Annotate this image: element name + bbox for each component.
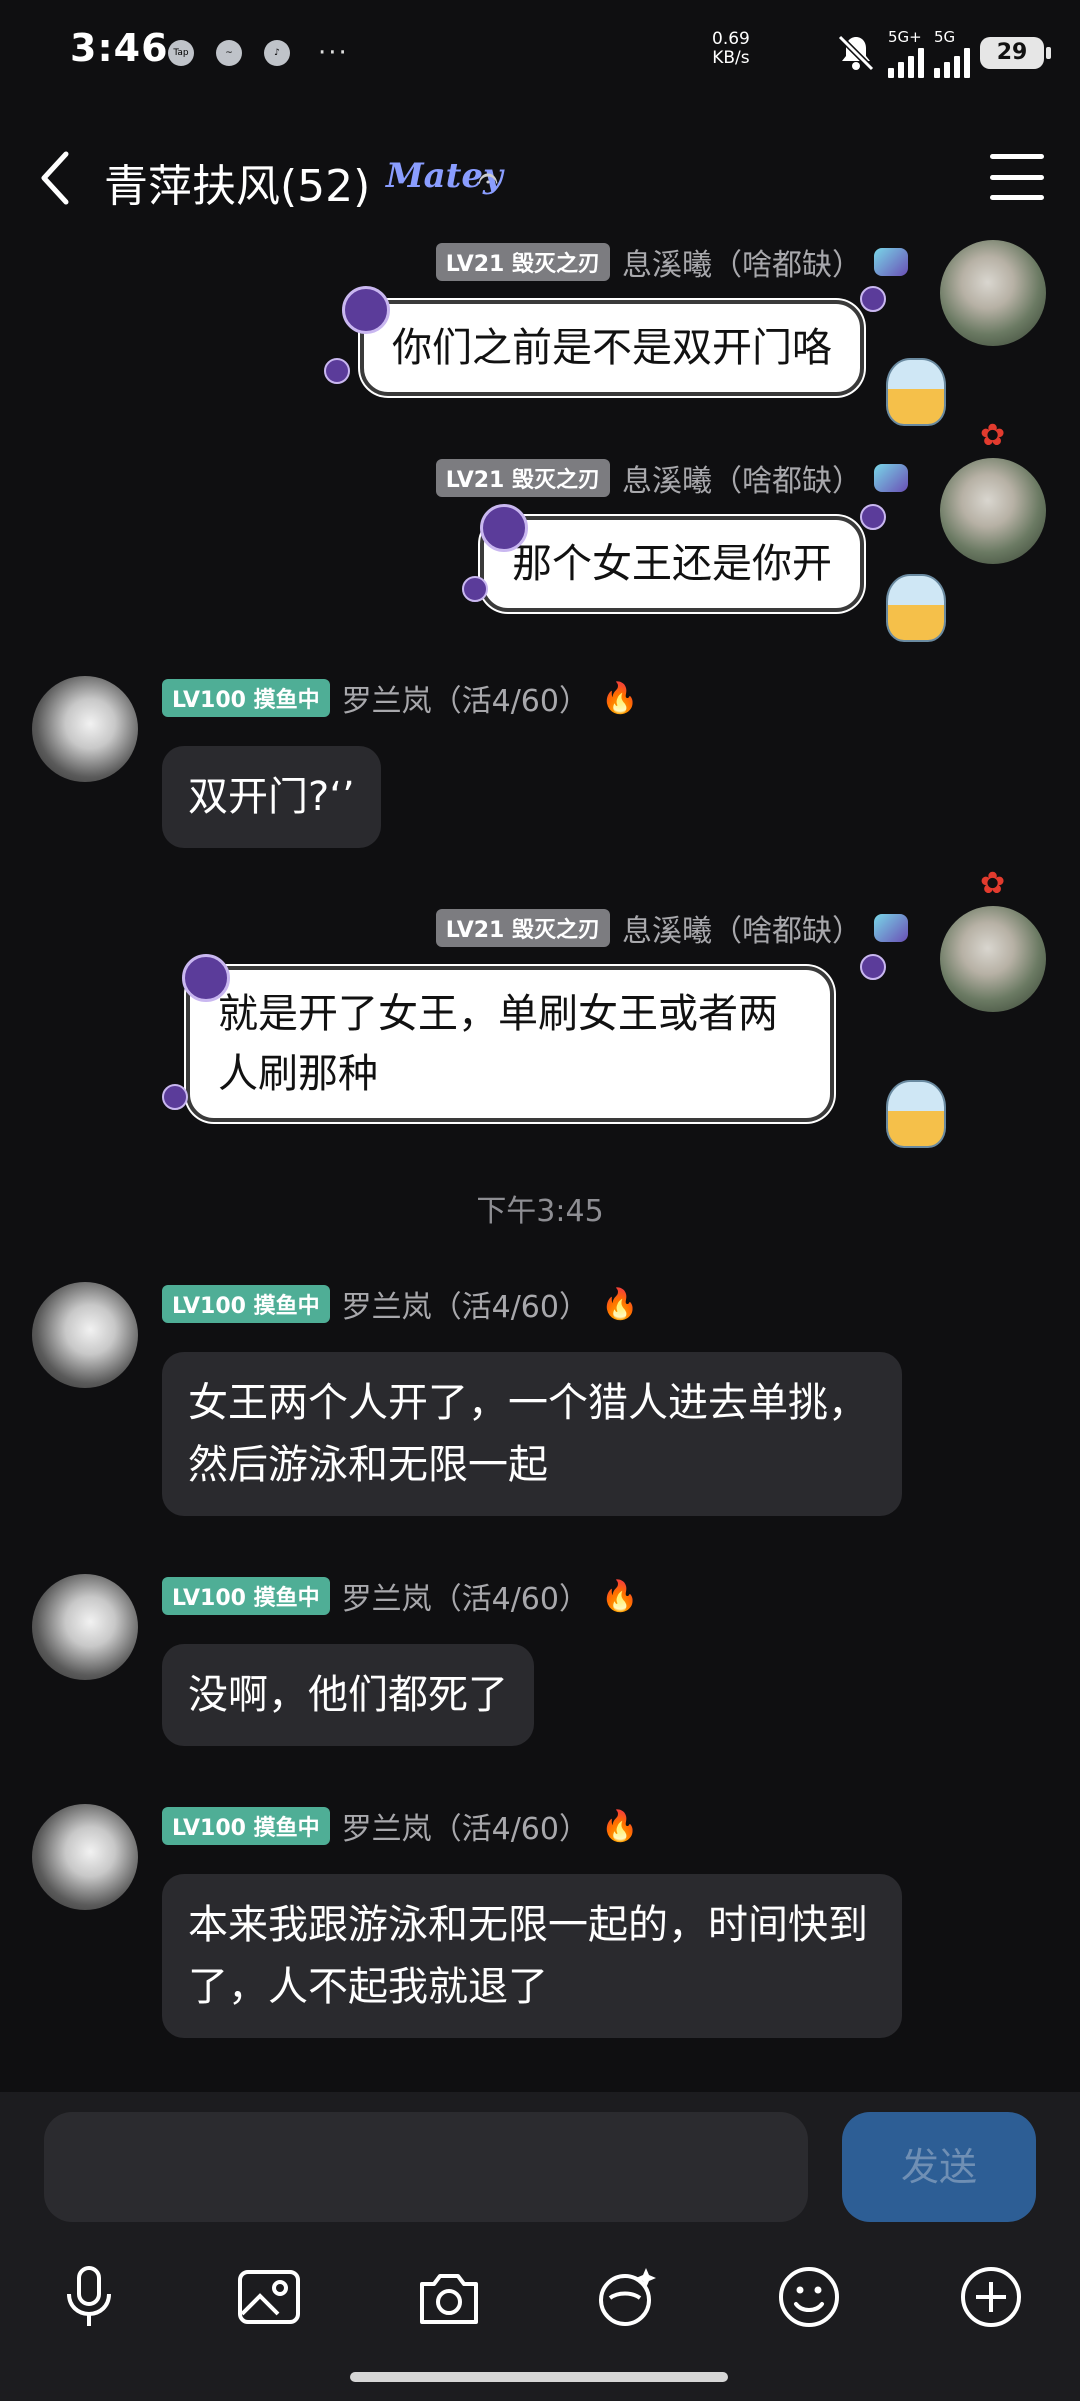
sender-row: LV21 毁灭之刃 息溪曦（啥都缺） [435,906,908,950]
menu-icon[interactable] [990,154,1044,200]
battery-icon: 29 [980,37,1051,69]
decoration-icon [874,248,908,276]
level-badge: LV21 毁灭之刃 [435,243,610,281]
chat-header: 青萍扶风(52) Matey 𝄐 [0,130,1080,230]
flower-icon: ✿ [980,866,1006,901]
app-notification-icon: ~ [216,40,242,66]
nurse-decoration-icon [886,574,946,642]
plus-icon[interactable] [956,2262,1026,2332]
sender-name: 息溪曦（啥都缺） [622,464,862,499]
status-right: 5G+ 5G 29 [834,28,1051,78]
virus-decoration-icon [342,286,390,334]
sender-name: 罗兰岚（活4/60） [341,684,589,719]
network-speed: 0.69 KB/s [712,29,750,68]
message-timestamp: 下午3:45 [476,1194,604,1229]
sender-name: 罗兰岚（活4/60） [341,1582,589,1617]
ear-icon[interactable]: 𝄐 [478,158,498,200]
virus-decoration-icon [480,504,528,552]
sender-row: LV100 摸鱼中 罗兰岚（活4/60） 🔥 [162,1282,638,1326]
decoration-icon [874,464,908,492]
avatar[interactable] [32,676,138,782]
home-indicator[interactable] [350,2372,728,2382]
level-badge: LV100 摸鱼中 [162,1577,330,1615]
nurse-decoration-icon [886,1080,946,1148]
status-time: 3:46 [70,26,169,70]
fire-icon: 🔥 [600,680,639,716]
app-notification-icon: Tap [168,40,194,66]
status-bar: 3:46 Tap ~ ♪ ··· 0.69 KB/s 5G+ 5G 29 [0,0,1080,100]
avatar[interactable] [32,1804,138,1910]
more-notifications-icon: ··· [318,38,349,68]
fire-icon: 🔥 [600,1578,639,1614]
image-icon[interactable] [234,2262,304,2332]
level-badge: LV100 摸鱼中 [162,1285,330,1323]
virus-decoration-icon [860,504,886,530]
fire-icon: 🔥 [600,1808,639,1844]
virus-decoration-icon [182,954,230,1002]
sender-name: 罗兰岚（活4/60） [341,1812,589,1847]
sender-row: LV21 毁灭之刃 息溪曦（啥都缺） [435,456,908,500]
message-bubble[interactable]: 那个女王还是你开 [480,516,864,612]
flower-icon: ✿ [980,418,1006,453]
virus-decoration-icon [162,1084,188,1110]
sender-name: 罗兰岚（活4/60） [341,1290,589,1325]
sender-row: LV21 毁灭之刃 息溪曦（啥都缺） [435,240,908,284]
avatar[interactable] [940,906,1046,1012]
message-bubble[interactable]: 就是开了女王，单刷女王或者两人刷那种 [186,966,834,1122]
message-input[interactable] [44,2112,808,2222]
sticker-icon[interactable] [592,2262,662,2332]
virus-decoration-icon [860,286,886,312]
signal-sim1: 5G+ [888,28,924,78]
tiktok-icon: ♪ [264,40,290,66]
sender-row: LV100 摸鱼中 罗兰岚（活4/60） 🔥 [162,1574,638,1618]
microphone-icon[interactable] [54,2262,124,2332]
mute-icon [837,34,875,72]
level-badge: LV100 摸鱼中 [162,1807,330,1845]
virus-decoration-icon [324,358,350,384]
message-bubble[interactable]: 双开门?‘’ [162,746,381,848]
nurse-decoration-icon [886,358,946,426]
level-badge: LV100 摸鱼中 [162,679,330,717]
message-bubble[interactable]: 没啊，他们都死了 [162,1644,534,1746]
sender-row: LV100 摸鱼中 罗兰岚（活4/60） 🔥 [162,1804,638,1848]
message-bubble[interactable]: 女王两个人开了，一个猎人进去单挑，然后游泳和无限一起 [162,1352,902,1516]
level-badge: LV21 毁灭之刃 [435,459,610,497]
back-arrow-icon[interactable] [36,148,76,208]
send-button[interactable]: 发送 [842,2112,1036,2222]
avatar[interactable] [940,458,1046,564]
input-toolbar [0,2262,1080,2362]
decoration-icon [874,914,908,942]
avatar[interactable] [32,1574,138,1680]
camera-icon[interactable] [414,2262,484,2332]
level-badge: LV21 毁灭之刃 [435,909,610,947]
sender-row: LV100 摸鱼中 罗兰岚（活4/60） 🔥 [162,676,638,720]
signal-sim2: 5G [934,28,970,78]
sender-name: 息溪曦（啥都缺） [622,914,862,949]
virus-decoration-icon [462,576,488,602]
fire-icon: 🔥 [600,1286,639,1322]
message-bubble[interactable]: 你们之前是不是双开门咯 [360,300,864,396]
avatar[interactable] [32,1282,138,1388]
chat-title: 青萍扶风(52) [104,161,371,212]
message-bubble[interactable]: 本来我跟游泳和无限一起的，时间快到了，人不起我就退了 [162,1874,902,2038]
avatar[interactable] [940,240,1046,346]
notification-icons: Tap ~ ♪ ··· [168,38,349,68]
sender-name: 息溪曦（啥都缺） [622,248,862,283]
emoji-icon[interactable] [774,2262,844,2332]
virus-decoration-icon [860,954,886,980]
composer: 发送 [0,2092,1080,2401]
